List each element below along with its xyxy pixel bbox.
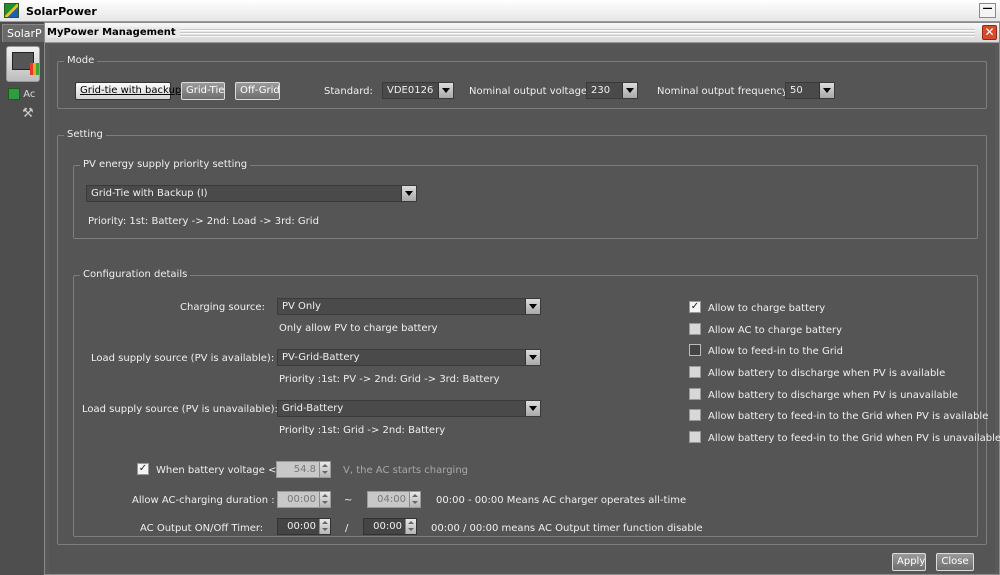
mode-legend: Mode <box>64 55 98 66</box>
pv-priority-value: Grid-Tie with Backup (I) <box>91 188 208 199</box>
wrench-icon[interactable]: ⚒ <box>22 106 34 121</box>
battery-voltage-value: 54.8 <box>293 464 316 475</box>
standard-value: VDE0126 <box>387 85 434 96</box>
ac-charging-separator: ~ <box>344 495 353 506</box>
allow-battery-discharge-pv-unavailable-label: Allow battery to discharge when PV is un… <box>708 390 958 401</box>
setting-legend: Setting <box>64 129 106 140</box>
charging-source-label: Charging source: <box>180 302 265 313</box>
app-title: SolarPower <box>26 5 97 18</box>
pv-priority-text: Priority: 1st: Battery -> 2nd: Load -> 3… <box>88 216 319 227</box>
allow-battery-feed-in-pv-unavailable-label: Allow battery to feed-in to the Grid whe… <box>708 433 1000 444</box>
allow-battery-discharge-pv-available-checkbox[interactable] <box>689 366 701 378</box>
ac-output-from-spinner[interactable]: 00:00 <box>277 518 331 535</box>
mode-group: Mode Grid-tie with backup Grid-Tie Off-G… <box>57 55 987 109</box>
configuration-group: Configuration details Charging source: P… <box>73 269 1000 537</box>
ac-output-timer-label: AC Output ON/Off Timer: <box>140 523 264 534</box>
leaf-icon <box>8 88 20 100</box>
standard-label: Standard: <box>324 86 373 97</box>
ac-output-note: 00:00 / 00:00 means AC Output timer func… <box>431 523 703 534</box>
load-pv-available-hint: Priority :1st: PV -> 2nd: Grid -> 3rd: B… <box>279 374 500 385</box>
mode-grid-tie-with-backup-button[interactable]: Grid-tie with backup <box>75 82 181 100</box>
spinner-arrows-icon[interactable] <box>319 519 330 534</box>
battery-voltage-suffix: V, the AC starts charging <box>343 465 469 476</box>
mode-grid-tie-button[interactable]: Grid-Tie <box>181 82 225 100</box>
voltage-select[interactable]: 230 <box>586 82 638 99</box>
pv-priority-select[interactable]: Grid-Tie with Backup (I) <box>86 185 417 202</box>
allow-battery-discharge-pv-available-label: Allow battery to discharge when PV is av… <box>708 368 946 379</box>
chevron-down-icon <box>401 186 416 201</box>
ac-charging-to-value: 04:00 <box>377 494 406 505</box>
allow-feed-in-grid-label: Allow to feed-in to the Grid <box>708 346 843 357</box>
app-titlebar: SolarPower — <box>0 0 1000 22</box>
ac-output-to-spinner[interactable]: 00:00 <box>363 518 417 535</box>
load-pv-unavailable-select[interactable]: Grid-Battery <box>277 400 541 417</box>
chevron-down-icon <box>622 83 637 98</box>
allow-ac-charge-battery-label: Allow AC to charge battery <box>708 325 842 336</box>
dialog-title: MyPower Management <box>47 27 180 38</box>
ac-output-from-value: 00:00 <box>287 521 316 532</box>
chevron-down-icon <box>525 401 540 416</box>
close-icon[interactable]: ✕ <box>982 25 997 40</box>
apply-button[interactable]: Apply <box>892 553 926 571</box>
spinner-arrows-icon[interactable] <box>409 492 420 507</box>
charging-source-select[interactable]: PV Only <box>277 298 541 315</box>
allow-battery-feed-in-pv-available-label: Allow battery to feed-in to the Grid whe… <box>708 411 989 422</box>
frequency-select[interactable]: 50 <box>785 82 835 99</box>
sidebar-item[interactable]: Ac <box>8 88 35 100</box>
battery-voltage-label: When battery voltage < <box>156 465 277 476</box>
charging-source-hint: Only allow PV to charge battery <box>279 323 438 334</box>
allow-charge-battery-checkbox[interactable]: ✓ <box>689 301 701 313</box>
close-button[interactable]: Close <box>936 553 974 571</box>
titlebar-grip <box>155 29 975 37</box>
minimize-button[interactable]: — <box>979 3 996 18</box>
mypower-management-dialog: MyPower Management ✕ Mode Grid-tie with … <box>44 22 1000 575</box>
load-pv-unavailable-hint: Priority :1st: Grid -> 2nd: Battery <box>279 425 446 436</box>
chevron-down-icon <box>525 350 540 365</box>
frequency-value: 50 <box>790 85 803 96</box>
frequency-label: Nominal output frequency: <box>657 86 791 97</box>
standard-select[interactable]: VDE0126 <box>382 82 454 99</box>
charging-source-value: PV Only <box>282 301 321 312</box>
mode-off-grid-button[interactable]: Off-Grid <box>235 82 280 100</box>
app-tab-solarpower[interactable]: SolarP <box>2 24 46 42</box>
ac-output-separator: / <box>345 523 349 534</box>
ac-charging-from-spinner[interactable]: 00:00 <box>277 491 331 508</box>
allow-battery-feed-in-pv-available-checkbox[interactable] <box>689 409 701 421</box>
spinner-arrows-icon[interactable] <box>405 519 416 534</box>
load-pv-available-select[interactable]: PV-Grid-Battery <box>277 349 541 366</box>
pv-priority-group: PV energy supply priority setting Grid-T… <box>73 159 978 239</box>
battery-voltage-spinner[interactable]: 54.8 <box>276 461 331 478</box>
app-sidebar: SolarP Ac ⚒ <box>0 22 46 575</box>
load-pv-available-value: PV-Grid-Battery <box>282 352 360 363</box>
ac-charging-to-spinner[interactable]: 04:00 <box>367 491 421 508</box>
spinner-arrows-icon[interactable] <box>319 492 330 507</box>
load-pv-unavailable-value: Grid-Battery <box>282 403 344 414</box>
chevron-down-icon <box>819 83 834 98</box>
dialog-body: Mode Grid-tie with backup Grid-Tie Off-G… <box>49 45 1000 573</box>
setting-group: Setting PV energy supply priority settin… <box>57 129 1000 545</box>
ac-charging-note: 00:00 - 00:00 Means AC charger operates … <box>436 495 687 506</box>
pv-priority-legend: PV energy supply priority setting <box>80 159 251 170</box>
configuration-legend: Configuration details <box>80 269 191 280</box>
solarpower-logo-icon <box>4 3 19 18</box>
voltage-label: Nominal output voltage: <box>469 86 591 97</box>
allow-battery-feed-in-pv-unavailable-checkbox[interactable] <box>689 431 701 443</box>
load-pv-available-label: Load supply source (PV is available): <box>91 353 275 364</box>
ac-charging-from-value: 00:00 <box>287 494 316 505</box>
monitor-icon[interactable] <box>6 46 40 82</box>
dialog-titlebar[interactable]: MyPower Management ✕ <box>45 23 999 43</box>
sidebar-item-label: Ac <box>23 89 36 100</box>
allow-battery-discharge-pv-unavailable-checkbox[interactable] <box>689 388 701 400</box>
voltage-value: 230 <box>591 85 611 96</box>
ac-output-to-value: 00:00 <box>373 521 402 532</box>
allow-feed-in-grid-checkbox[interactable] <box>689 344 701 356</box>
battery-voltage-checkbox[interactable]: ✓ <box>137 463 149 475</box>
chevron-down-icon <box>525 299 540 314</box>
allow-ac-charge-battery-checkbox[interactable] <box>689 323 701 335</box>
ac-charging-duration-label: Allow AC-charging duration : <box>132 495 275 506</box>
allow-charge-battery-label: Allow to charge battery <box>708 303 826 314</box>
load-pv-unavailable-label: Load supply source (PV is unavailable): <box>82 404 278 415</box>
spinner-arrows-icon[interactable] <box>319 462 330 477</box>
chevron-down-icon <box>438 83 453 98</box>
